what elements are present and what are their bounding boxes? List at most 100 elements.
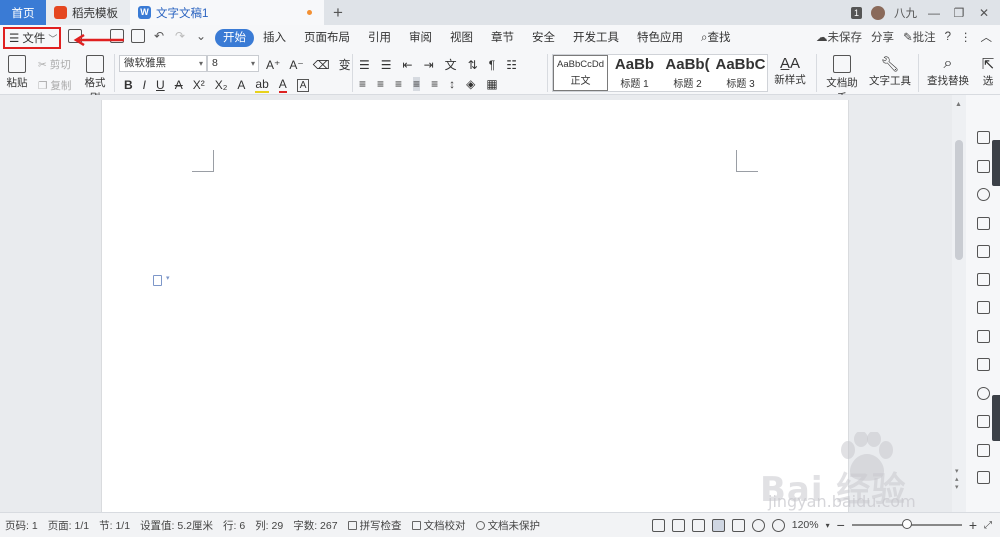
style-heading-1[interactable]: AaBb 标题 1 bbox=[608, 55, 661, 91]
file-menu-button[interactable]: ☰ 文件 ﹀ bbox=[3, 27, 61, 49]
sliders-icon[interactable] bbox=[977, 301, 990, 314]
select-pointer-icon[interactable] bbox=[977, 160, 990, 173]
fill-color-icon[interactable]: ◈ bbox=[466, 77, 475, 91]
status-col[interactable]: 列: 29 bbox=[250, 518, 288, 533]
menu-special[interactable]: 特色应用 bbox=[628, 29, 692, 47]
tab-document[interactable]: W 文字文稿1 bbox=[130, 0, 324, 25]
font-color-icon[interactable]: A bbox=[278, 77, 287, 93]
increase-indent-icon[interactable]: ⇥ bbox=[424, 58, 434, 72]
grow-font-icon[interactable]: A⁺ bbox=[266, 58, 280, 72]
share-out-icon[interactable] bbox=[977, 358, 990, 371]
menu-view[interactable]: 视图 bbox=[441, 29, 482, 47]
spell-check-button[interactable]: 拼写检查 bbox=[343, 518, 407, 533]
read-mode-icon[interactable] bbox=[671, 518, 685, 532]
style-heading-2[interactable]: AaBb( 标题 2 bbox=[661, 55, 714, 91]
menu-review[interactable]: 审阅 bbox=[400, 29, 441, 47]
highlight-icon[interactable]: ab bbox=[255, 77, 269, 93]
image-frame-icon[interactable] bbox=[977, 330, 990, 343]
archive-icon[interactable] bbox=[977, 415, 990, 428]
menu-page-layout[interactable]: 页面布局 bbox=[295, 29, 359, 47]
proofread-button[interactable]: 文档校对 bbox=[407, 518, 471, 533]
cloud-save-button[interactable]: ☁未保存 bbox=[816, 29, 862, 45]
triangle-icon[interactable] bbox=[977, 217, 990, 230]
show-marks-icon[interactable]: ¶ bbox=[489, 58, 495, 72]
scroll-up-icon[interactable]: ▲ bbox=[955, 101, 962, 108]
italic-icon[interactable]: I bbox=[143, 78, 146, 92]
print-preview-icon[interactable] bbox=[131, 29, 145, 43]
cut-button[interactable]: ✂ 剪切 bbox=[38, 57, 71, 72]
zoom-slider[interactable] bbox=[851, 519, 962, 529]
zoom-out-icon[interactable]: − bbox=[837, 517, 845, 533]
shapes-icon[interactable] bbox=[977, 188, 990, 201]
select-button[interactable]: ⇱ 选 bbox=[978, 55, 998, 88]
minimize-icon[interactable]: — bbox=[926, 6, 942, 20]
shrink-font-icon[interactable]: A⁻ bbox=[289, 58, 303, 72]
decrease-indent-icon[interactable]: ⇤ bbox=[403, 58, 413, 72]
menu-search[interactable]: ⌕查找 bbox=[692, 29, 739, 47]
text-effect-icon[interactable]: A bbox=[237, 78, 245, 92]
status-pages[interactable]: 页面: 1/1 bbox=[43, 518, 94, 533]
copy-button[interactable]: ❐ 复制 bbox=[38, 78, 71, 93]
menu-security[interactable]: 安全 bbox=[523, 29, 564, 47]
share-button[interactable]: 分享 bbox=[871, 29, 894, 45]
align-center-icon[interactable]: ≡ bbox=[377, 77, 384, 91]
align-left-icon[interactable]: ≡ bbox=[359, 77, 366, 91]
status-row[interactable]: 行: 6 bbox=[218, 518, 250, 533]
char-border-icon[interactable]: A bbox=[296, 78, 310, 92]
chart-icon[interactable] bbox=[977, 273, 990, 286]
font-size-select[interactable]: 8 ▾ bbox=[207, 55, 259, 72]
status-word-count[interactable]: 字数: 267 bbox=[288, 518, 342, 533]
write-mode-icon[interactable] bbox=[691, 518, 705, 532]
distribute-icon[interactable]: ≡ bbox=[431, 77, 438, 91]
strikethrough-icon[interactable]: A bbox=[175, 78, 183, 92]
text-tools-button[interactable]: 🔧︎ 文字工具 bbox=[868, 55, 912, 88]
subscript-icon[interactable]: X₂ bbox=[215, 78, 228, 92]
username[interactable]: 八九 bbox=[894, 5, 917, 21]
translate-icon[interactable] bbox=[977, 387, 990, 400]
font-name-select[interactable]: 微软雅黑 ▾ bbox=[119, 55, 207, 72]
undo-icon[interactable]: ↶ bbox=[152, 29, 166, 43]
new-style-button[interactable]: A̲A 新样式 bbox=[770, 55, 810, 87]
status-section[interactable]: 节: 1/1 bbox=[94, 518, 135, 533]
bold-icon[interactable]: B bbox=[124, 78, 133, 92]
tab-home[interactable]: 首页 bbox=[0, 0, 46, 25]
scroll-thumb[interactable] bbox=[955, 140, 963, 260]
align-justify-icon[interactable]: ≡ bbox=[413, 77, 421, 91]
phonetic-icon[interactable]: 变 bbox=[339, 56, 351, 73]
menu-developer[interactable]: 开发工具 bbox=[564, 29, 628, 47]
underline-icon[interactable]: U bbox=[156, 78, 165, 92]
sort-icon[interactable]: ⇅ bbox=[468, 58, 478, 72]
line-spacing-icon[interactable]: ↕ bbox=[449, 77, 455, 91]
fullscreen-icon[interactable] bbox=[651, 518, 665, 532]
pen-icon[interactable] bbox=[977, 131, 990, 144]
paste-button[interactable]: 粘贴 bbox=[4, 55, 30, 90]
menu-references[interactable]: 引用 bbox=[359, 29, 400, 47]
chinese-layout-icon[interactable]: 文 bbox=[445, 56, 457, 73]
restore-icon[interactable]: ❐ bbox=[951, 6, 967, 20]
panel-handle[interactable] bbox=[992, 395, 1000, 441]
collapse-ribbon-icon[interactable]: ︿ bbox=[981, 29, 993, 45]
clear-format-icon[interactable]: ⌫ bbox=[313, 58, 330, 72]
align-right-icon[interactable]: ≡ bbox=[395, 77, 402, 91]
avatar[interactable] bbox=[871, 5, 885, 20]
numbered-list-icon[interactable]: ☰ bbox=[381, 58, 392, 72]
bullet-list-icon[interactable]: ☰ bbox=[359, 58, 370, 72]
new-tab-button[interactable]: + bbox=[324, 0, 352, 25]
paragraph-handle-icon[interactable] bbox=[153, 275, 162, 286]
protection-button[interactable]: 文档未保护 bbox=[471, 518, 546, 533]
tab-templates[interactable]: 稻壳模板 bbox=[46, 0, 130, 25]
status-page-number[interactable]: 页码: 1 bbox=[0, 518, 43, 533]
status-setting[interactable]: 设置值: 5.2厘米 bbox=[135, 518, 218, 533]
paragraph-handle-caret[interactable]: ▾ bbox=[166, 274, 170, 282]
zoom-slider-knob[interactable] bbox=[901, 519, 912, 529]
customize-icon[interactable]: ⌄ bbox=[194, 29, 208, 43]
menu-insert[interactable]: 插入 bbox=[254, 29, 295, 47]
superscript-icon[interactable]: X² bbox=[193, 78, 205, 92]
panel-handle[interactable] bbox=[992, 140, 1000, 186]
style-normal[interactable]: AaBbCcDd 正文 bbox=[553, 55, 608, 91]
close-icon[interactable]: ✕ bbox=[976, 6, 992, 20]
comment-button[interactable]: ✎批注 bbox=[903, 29, 936, 45]
zoom-level[interactable]: 120% bbox=[792, 519, 819, 531]
outline-view-icon[interactable] bbox=[731, 518, 745, 532]
zoom-dropdown-icon[interactable]: ▾ bbox=[826, 521, 830, 530]
